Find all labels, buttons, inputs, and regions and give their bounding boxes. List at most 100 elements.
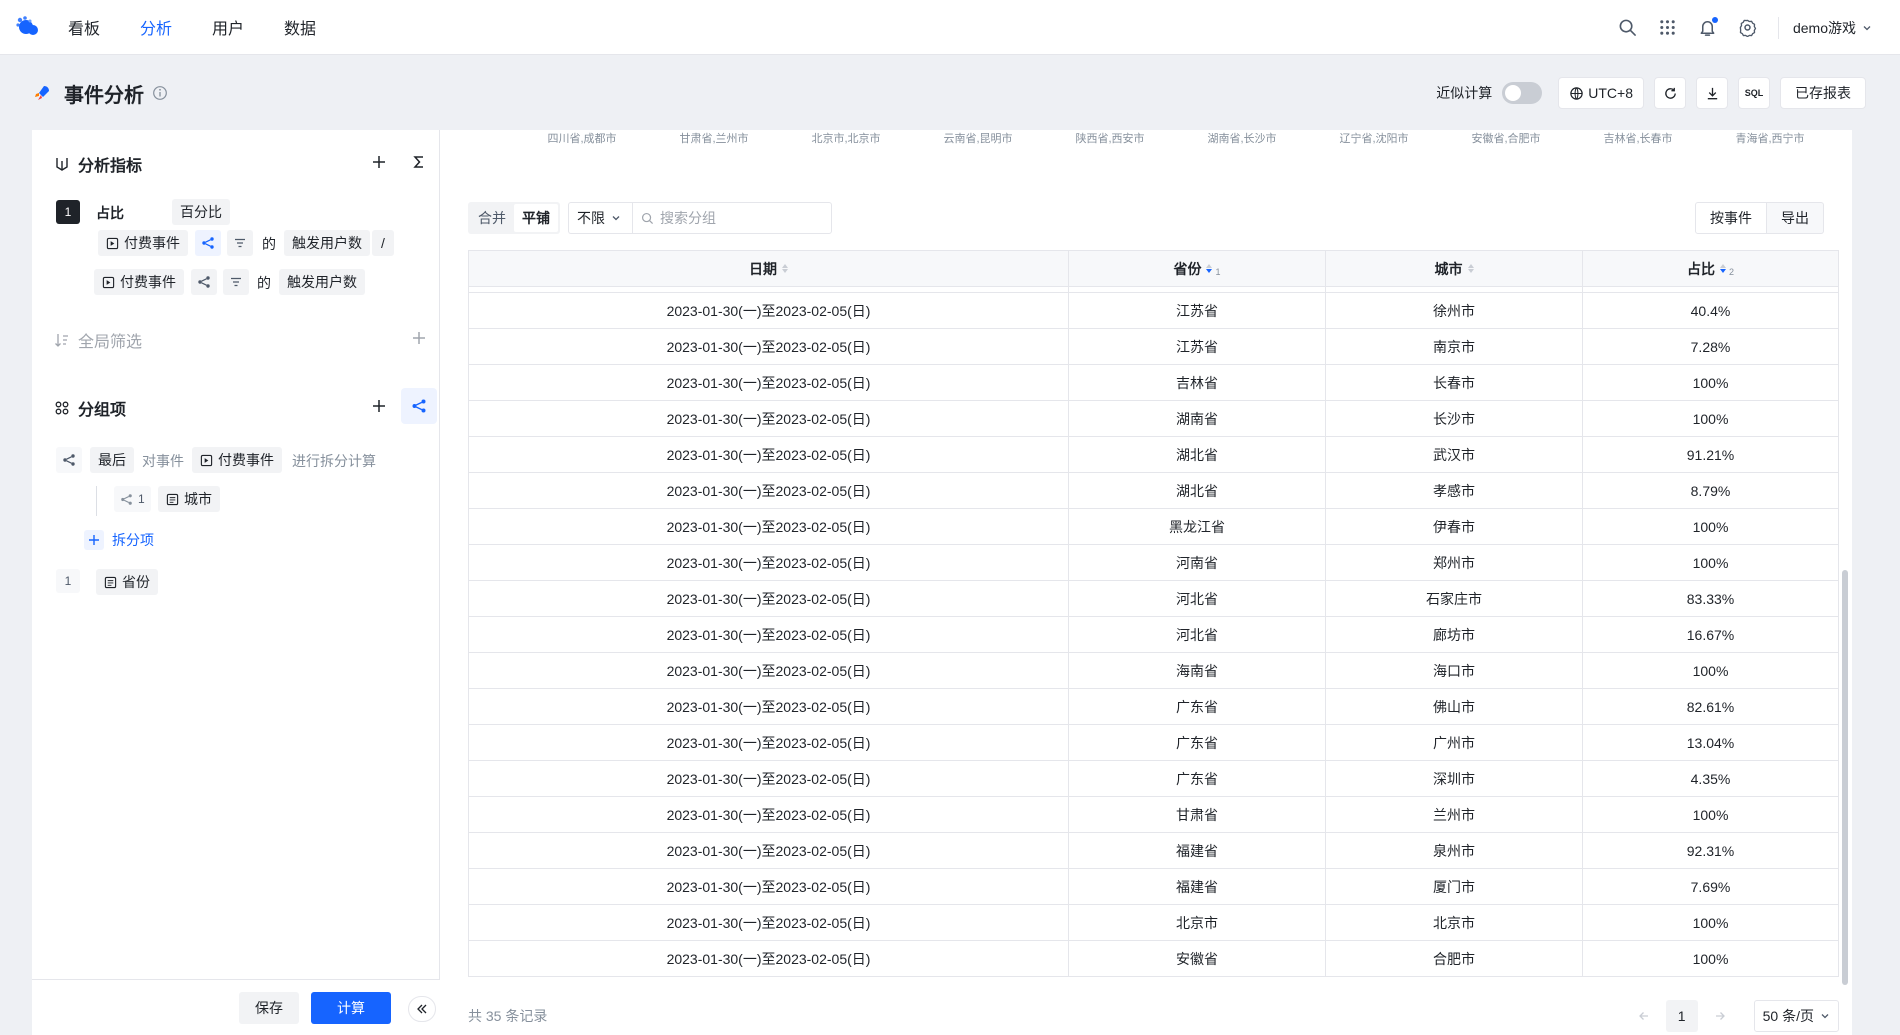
metric-format-select[interactable]: 百分比 — [172, 199, 230, 225]
nav-item-users[interactable]: 用户 — [212, 15, 244, 39]
download-button[interactable] — [1696, 77, 1728, 109]
cell-province: 河南省 — [1069, 545, 1326, 580]
sub-split-index[interactable]: 1 — [114, 486, 151, 512]
cell-province: 广东省 — [1069, 725, 1326, 760]
numerator-event-select[interactable]: 付费事件 — [98, 230, 188, 256]
column-header-date[interactable]: 日期 — [469, 251, 1069, 286]
add-metric-button[interactable] — [361, 144, 397, 180]
sort-icon[interactable] — [1206, 264, 1213, 273]
info-icon[interactable] — [152, 85, 168, 101]
global-filter-header: 全局筛选 — [54, 328, 142, 352]
project-switcher[interactable]: demo游戏 — [1793, 18, 1872, 38]
cell-date: 2023-01-30(一)至2023-02-05(日) — [469, 401, 1069, 436]
split-mode-icon-button[interactable] — [56, 447, 82, 473]
sort-icon[interactable] — [1719, 264, 1726, 273]
metrics-section-header: 分析指标 — [54, 152, 142, 176]
x-axis-tick-label: 湖南省,长沙市 — [1207, 133, 1277, 145]
brand-logo-icon[interactable] — [14, 13, 42, 41]
numerator-split-button[interactable] — [195, 230, 221, 256]
query-config-panel: 分析指标 1 占比 百分比 付费事件 的 触发用户数 / 付费事件 的 触发用户… — [32, 130, 440, 1035]
cell-province: 甘肃省 — [1069, 797, 1326, 832]
add-group-button[interactable] — [361, 388, 397, 424]
column-header-percentage[interactable]: 占比 2 — [1583, 251, 1838, 286]
sub-property-select[interactable]: 城市 — [158, 486, 220, 512]
cell-date: 2023-01-30(一)至2023-02-05(日) — [469, 545, 1069, 580]
numerator-filter-button[interactable] — [227, 230, 253, 256]
denominator-measure-select[interactable]: 触发用户数 — [279, 269, 365, 295]
cell-percentage: 40.4% — [1690, 302, 1731, 319]
group-property-select[interactable]: 省份 — [96, 569, 158, 595]
timezone-button[interactable]: UTC+8 — [1558, 77, 1644, 109]
refresh-button[interactable] — [1654, 77, 1686, 109]
numerator-measure-select[interactable]: 触发用户数 — [284, 230, 370, 256]
numerator-measure-label: 触发用户数 — [292, 235, 362, 251]
column-header-province[interactable]: 省份 1 — [1069, 251, 1326, 286]
cell-percentage: 100% — [1692, 914, 1729, 931]
nav-item-analysis[interactable]: 分析 — [140, 15, 172, 39]
nav-item-dashboard[interactable]: 看板 — [68, 15, 100, 39]
formula-button[interactable] — [401, 144, 437, 180]
cell-province: 福建省 — [1069, 833, 1326, 868]
cell-percentage: 8.79% — [1690, 482, 1731, 499]
sql-label: SQL — [1744, 88, 1764, 98]
by-event-button[interactable]: 按事件 — [1695, 202, 1767, 234]
global-filter-title: 全局筛选 — [78, 334, 143, 351]
cell-date: 2023-01-30(一)至2023-02-05(日) — [469, 941, 1069, 976]
page-size-select[interactable]: 50 条/页 — [1753, 1000, 1839, 1032]
cell-date: 2023-01-30(一)至2023-02-05(日) — [469, 653, 1069, 688]
top-nav: 看板 分析 用户 数据 demo游戏 — [0, 0, 1900, 55]
denominator-filter-button[interactable] — [223, 269, 249, 295]
divide-operator-label: / — [381, 235, 385, 251]
numerator-event-label: 付费事件 — [124, 235, 180, 251]
sql-button[interactable]: SQL — [1738, 77, 1770, 109]
save-button[interactable]: 保存 — [239, 992, 299, 1024]
cell-percentage: 16.67% — [1686, 626, 1735, 643]
add-global-filter-button[interactable] — [401, 320, 437, 356]
cell-percentage: 100% — [1692, 806, 1729, 823]
cell-city: 合肥市 — [1326, 941, 1583, 976]
settings-button[interactable] — [1728, 8, 1768, 48]
column-header-label: 占比 — [1686, 260, 1715, 277]
cell-date: 2023-01-30(一)至2023-02-05(日) — [469, 761, 1069, 796]
prev-page-button[interactable] — [1630, 1002, 1658, 1030]
sort-icon[interactable] — [782, 264, 788, 273]
group-search-input[interactable] — [660, 210, 820, 226]
metric-name[interactable]: 占比 — [96, 203, 124, 223]
table-row: 2023-01-30(一)至2023-02-05(日) 江苏省 徐州市 40.4% — [469, 293, 1838, 329]
cell-date: 2023-01-30(一)至2023-02-05(日) — [469, 365, 1069, 400]
table-row: 2023-01-30(一)至2023-02-05(日) 黑龙江省 伊春市 100% — [469, 509, 1838, 545]
cell-date: 2023-01-30(一)至2023-02-05(日) — [469, 833, 1069, 868]
saved-reports-button[interactable]: 已存报表 — [1780, 77, 1866, 109]
nav-item-data[interactable]: 数据 — [284, 15, 316, 39]
next-page-button[interactable] — [1706, 1002, 1734, 1030]
group-index-badge: 1 — [56, 569, 80, 593]
split-event-select[interactable]: 付费事件 — [192, 447, 282, 473]
cell-date: 2023-01-30(一)至2023-02-05(日) — [469, 293, 1069, 328]
group-filter-select[interactable]: 不限 — [568, 202, 632, 234]
table-body: 2023-01-30(一)至2023-02-05(日) 江苏省 徐州市 40.4% 20… — [469, 293, 1838, 976]
page-number[interactable]: 1 — [1665, 1000, 1698, 1032]
metrics-icon — [56, 158, 68, 171]
apps-button[interactable] — [1648, 8, 1688, 48]
merge-mode-button[interactable]: 合并 — [470, 204, 514, 232]
sort-icon[interactable] — [1467, 264, 1474, 273]
denominator-event-select[interactable]: 付费事件 — [94, 269, 184, 295]
divide-operator[interactable]: / — [372, 230, 394, 256]
tile-mode-button[interactable]: 平铺 — [514, 204, 558, 232]
add-split-item-button[interactable]: 拆分项 — [84, 530, 154, 550]
column-header-city[interactable]: 城市 — [1326, 251, 1583, 286]
export-button[interactable]: 导出 — [1767, 202, 1824, 234]
split-mode-select[interactable]: 最后 — [90, 447, 134, 473]
table-scrollbar[interactable] — [1842, 570, 1848, 985]
search-button[interactable] — [1608, 8, 1648, 48]
table-row: 2023-01-30(一)至2023-02-05(日) 广东省 佛山市 82.61% — [469, 689, 1838, 725]
table-row: 2023-01-30(一)至2023-02-05(日) 广东省 广州市 13.04% — [469, 725, 1838, 761]
approx-calc-toggle[interactable] — [1502, 82, 1543, 104]
collapse-panel-button[interactable] — [408, 996, 436, 1022]
notifications-button[interactable] — [1688, 8, 1728, 48]
event-icon — [102, 276, 115, 288]
calculate-button[interactable]: 计算 — [311, 992, 391, 1024]
denominator-split-button[interactable] — [191, 269, 217, 295]
x-axis-tick-label: 甘肃省,兰州市 — [679, 133, 749, 145]
group-split-toggle[interactable] — [401, 388, 437, 424]
